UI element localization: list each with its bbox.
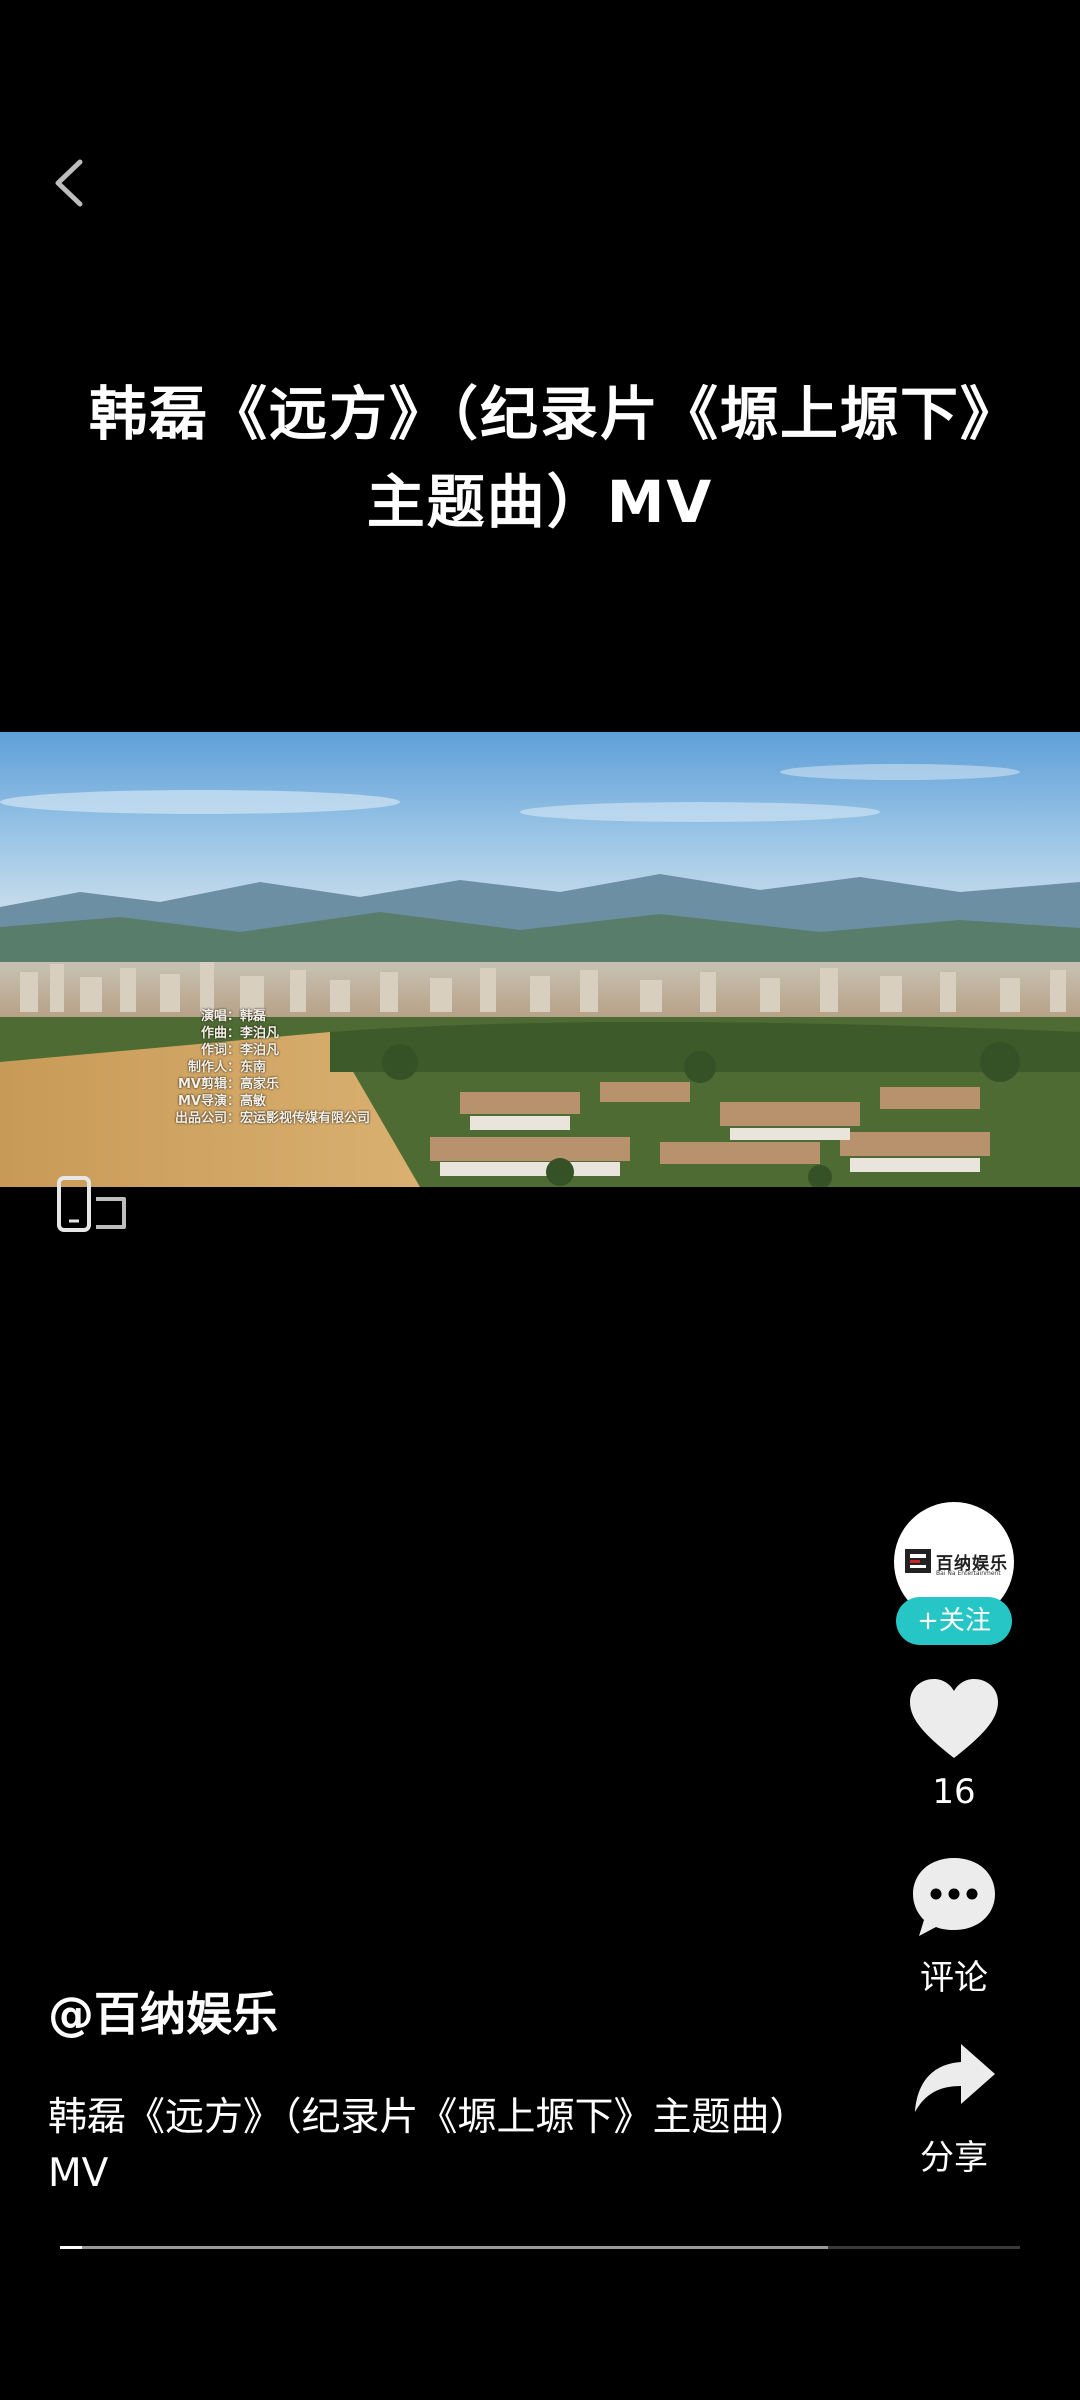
credit-key: 制作人：	[187, 1060, 240, 1075]
credit-row: MV剪辑：高家乐	[150, 1076, 370, 1093]
avatar-logo-subtext: Bai Na Entertainment	[936, 1570, 1001, 1577]
comment-label: 评论	[920, 1958, 988, 1998]
video-title: 韩磊《远方》（纪录片《塬上塬下》主题曲）MV	[88, 380, 991, 536]
video-credits: 演唱：韩磊 作曲：李泊凡 作词：李泊凡 制作人：东南 MV剪辑：高家乐 MV导演：高敏 出品…	[150, 1008, 370, 1127]
like-count: 16	[932, 1772, 976, 1812]
progress-played	[60, 2246, 83, 2249]
credit-row: 出品公司：宏运影视传媒有限公司	[150, 1110, 370, 1127]
author-handle[interactable]: @百纳娱乐	[48, 1978, 278, 2044]
credit-value: 李泊凡	[240, 1043, 280, 1058]
share-label: 分享	[920, 2138, 988, 2178]
credit-row: 作曲：李泊凡	[150, 1025, 370, 1042]
credit-key: 演唱：	[200, 1009, 240, 1024]
back-chevron-icon	[55, 159, 83, 207]
comment-button[interactable]: 评论	[894, 1854, 1014, 1999]
comment-bubble-icon	[913, 1858, 995, 1936]
rotate-screen-button[interactable]	[56, 1175, 130, 1233]
credit-value: 李泊凡	[240, 1026, 280, 1041]
credit-key: 作曲：	[200, 1026, 240, 1041]
credit-row: 作词：李泊凡	[150, 1042, 370, 1059]
company-logo-icon	[905, 1549, 931, 1573]
credit-key: MV剪辑：	[178, 1077, 240, 1092]
rotate-screen-icon	[57, 1176, 126, 1232]
credit-value: 高家乐	[240, 1077, 280, 1092]
credit-value: 韩磊	[240, 1009, 267, 1024]
credit-row: 演唱：韩磊	[150, 1008, 370, 1025]
share-button[interactable]: 分享	[894, 2040, 1014, 2179]
like-button[interactable]: 16	[894, 1676, 1014, 1812]
share-arrow-icon	[915, 2044, 995, 2112]
credit-key: 出品公司：	[174, 1111, 240, 1126]
credit-key: MV导演：	[178, 1094, 240, 1109]
video-progress-bar[interactable]	[60, 2246, 1020, 2249]
credit-value: 宏运影视传媒有限公司	[240, 1111, 371, 1126]
credit-key: 作词：	[200, 1043, 240, 1058]
credit-value: 高敏	[240, 1094, 267, 1109]
progress-loaded	[60, 2246, 828, 2249]
follow-button[interactable]: +关注	[896, 1597, 1012, 1645]
video-player[interactable]: 演唱：韩磊 作曲：李泊凡 作词：李泊凡 制作人：东南 MV剪辑：高家乐 MV导演：高敏 出品…	[0, 732, 1080, 1187]
back-button[interactable]	[44, 150, 96, 216]
credit-row: 制作人：东南	[150, 1059, 370, 1076]
credit-row: MV导演：高敏	[150, 1093, 370, 1110]
heart-icon	[910, 1679, 998, 1758]
credit-value: 东南	[240, 1060, 267, 1075]
video-description: 韩磊《远方》（纪录片《塬上塬下》主题曲）MV	[48, 2095, 809, 2196]
